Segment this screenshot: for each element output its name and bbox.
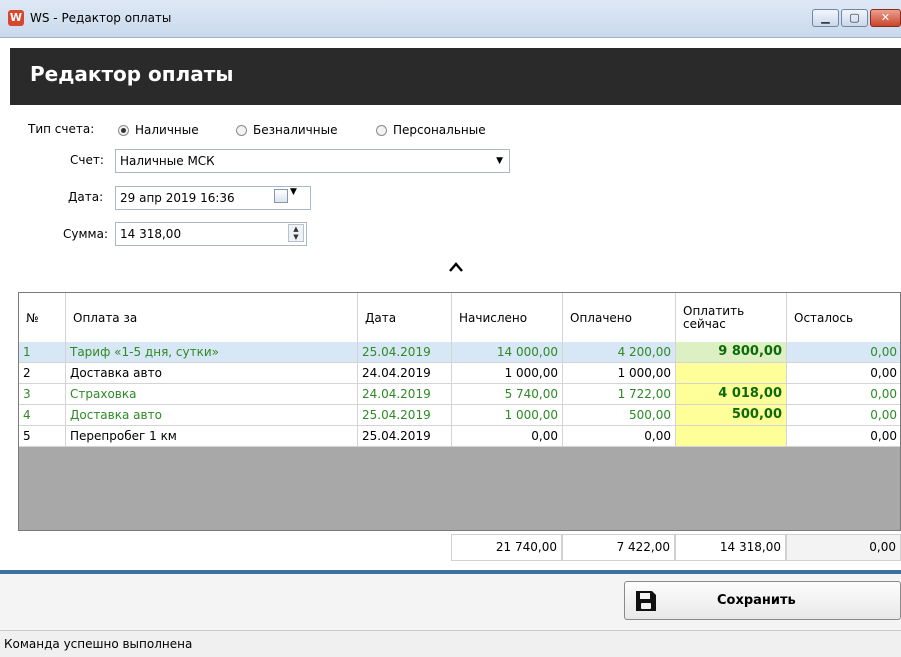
radio-cashless[interactable]: Безналичные [236,122,337,138]
cell-remaining: 0,00 [787,426,900,447]
cell-date: 25.04.2019 [358,426,452,447]
save-button[interactable]: Сохранить [624,581,901,620]
cell-date: 25.04.2019 [358,342,452,363]
cell-pay-now[interactable]: 500,00 [676,405,787,426]
cell-date: 24.04.2019 [358,384,452,405]
payment-grid: № Оплата за Дата Начислено Оплачено Опла… [18,292,901,531]
account-select[interactable]: Наличные МСК ▼ [115,149,510,173]
cell-item: Доставка авто [66,405,358,426]
cell-remaining: 0,00 [787,363,900,384]
cell-paid: 0,00 [563,426,676,447]
cell-pay-now[interactable]: 9 800,00 [676,342,787,363]
cell-date: 25.04.2019 [358,405,452,426]
chevron-down-icon: ▼ [496,156,503,166]
radio-personal-label: Персональные [393,123,486,137]
col-no[interactable]: № [19,293,66,342]
minimize-button[interactable]: ▁ [812,9,839,27]
table-row[interactable]: 1 Тариф «1-5 дня, сутки» 25.04.2019 14 000,… [19,342,900,363]
cell-charged: 0,00 [452,426,563,447]
cell-item: Тариф «1-5 дня, сутки» [66,342,358,363]
account-type-label: Тип счета: [28,122,95,136]
cell-item: Доставка авто [66,363,358,384]
cell-pay-now[interactable] [676,426,787,447]
date-label: Дата: [68,190,104,204]
cell-no: 3 [19,384,66,405]
chevron-up-icon[interactable] [448,259,464,275]
cell-no: 4 [19,405,66,426]
col-remaining[interactable]: Осталось [787,293,900,342]
cell-remaining: 0,00 [787,405,900,426]
radio-dot-icon [236,124,247,136]
sum-label: Сумма: [63,227,108,241]
grid-header: № Оплата за Дата Начислено Оплачено Опла… [19,293,900,343]
sum-spinner[interactable]: ▲ ▼ [288,224,304,242]
account-label: Счет: [70,153,104,167]
col-item[interactable]: Оплата за [66,293,358,342]
cell-paid: 4 200,00 [563,342,676,363]
save-button-label: Сохранить [717,593,796,608]
window-title: WS - Редактор оплаты [30,11,172,25]
cell-pay-now[interactable] [676,363,787,384]
radio-dot-icon [376,124,387,136]
radio-dot-icon [118,124,129,136]
cell-charged: 1 000,00 [452,363,563,384]
cell-no: 5 [19,426,66,447]
status-bar: Команда успешно выполнена [0,630,901,657]
cell-date: 24.04.2019 [358,363,452,384]
table-row[interactable]: 5 Перепробег 1 км 25.04.2019 0,00 0,00 0,00 [19,426,900,447]
calendar-icon[interactable] [274,189,288,203]
sum-input[interactable]: 14 318,00 [115,222,307,246]
close-icon: ✕ [880,11,891,24]
floppy-disk-icon [636,591,656,611]
minimize-icon: ▁ [821,11,830,24]
cell-item: Перепробег 1 км [66,426,358,447]
maximize-icon: ▢ [849,11,860,24]
total-paid: 7 422,00 [562,534,675,561]
maximize-button[interactable]: ▢ [841,9,868,27]
table-row[interactable]: 2 Доставка авто 24.04.2019 1 000,00 1 000,00… [19,363,900,384]
cell-charged: 5 740,00 [452,384,563,405]
cell-no: 1 [19,342,66,363]
cell-charged: 14 000,00 [452,342,563,363]
close-button[interactable]: ✕ [870,9,901,27]
cell-paid: 500,00 [563,405,676,426]
col-paid[interactable]: Оплачено [563,293,676,342]
app-icon: W [8,10,24,26]
cell-item: Страховка [66,384,358,405]
sum-value: 14 318,00 [120,227,182,241]
chevron-down-icon[interactable]: ▼ [290,187,297,197]
cell-remaining: 0,00 [787,342,900,363]
col-date[interactable]: Дата [358,293,452,342]
radio-personal[interactable]: Персональные [376,122,486,138]
col-charged[interactable]: Начислено [452,293,563,342]
table-row[interactable]: 3 Страховка 24.04.2019 5 740,00 1 722,00 4 01… [19,384,900,405]
total-charged: 21 740,00 [451,534,562,561]
date-value: 29 апр 2019 16:36 [120,191,235,205]
cell-pay-now[interactable]: 4 018,00 [676,384,787,405]
cell-paid: 1 722,00 [563,384,676,405]
page-header: Редактор оплаты [10,48,901,105]
total-pay-now: 14 318,00 [675,534,786,561]
radio-cash[interactable]: Наличные [118,122,199,138]
radio-cash-label: Наличные [135,123,199,137]
cell-charged: 1 000,00 [452,405,563,426]
table-row[interactable]: 4 Доставка авто 25.04.2019 1 000,00 500,00 50… [19,405,900,426]
col-pay-now[interactable]: Оплатить сейчас [676,293,787,342]
page-title: Редактор оплаты [30,62,234,86]
radio-cashless-label: Безналичные [253,123,338,137]
cell-no: 2 [19,363,66,384]
cell-remaining: 0,00 [787,384,900,405]
total-remaining: 0,00 [786,534,901,561]
account-value: Наличные МСК [120,154,215,168]
window-titlebar: W WS - Редактор оплаты ▁ ▢ ✕ [0,0,901,38]
cell-paid: 1 000,00 [563,363,676,384]
